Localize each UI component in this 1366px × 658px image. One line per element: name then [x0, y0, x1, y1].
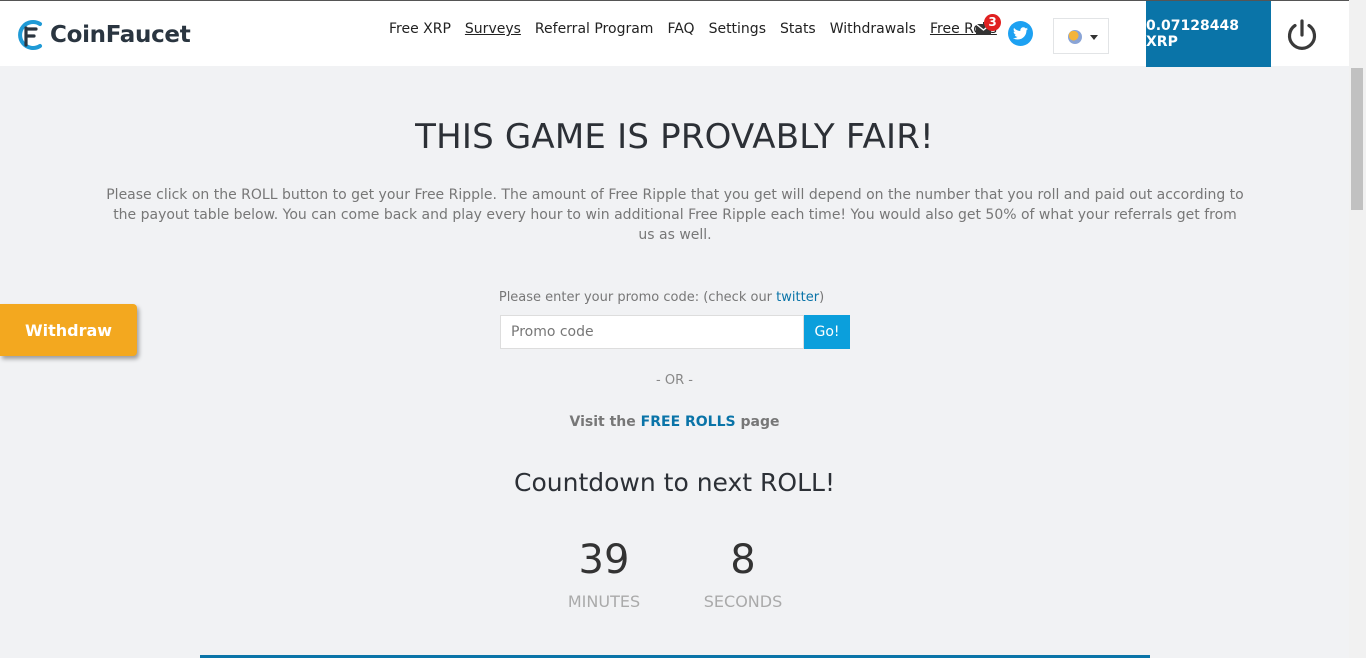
promo-label-text: Please enter your promo code: (check our — [498, 290, 777, 305]
balance-display[interactable]: 0.07128448 XRP — [1146, 1, 1271, 67]
top-header: CoinFaucet Free XRP Surveys Referral Pro… — [0, 0, 1349, 67]
twitter-bird-icon — [1013, 27, 1028, 40]
countdown-title: Countdown to next ROLL! — [514, 468, 835, 497]
site-logo[interactable]: CoinFaucet — [16, 17, 191, 53]
nav-stats[interactable]: Stats — [780, 21, 816, 37]
page-title: THIS GAME IS PROVABLY FAIR! — [415, 117, 934, 157]
seconds-label: SECONDS — [703, 592, 783, 611]
nav-free-xrp[interactable]: Free XRP — [389, 21, 451, 37]
promo-label: Please enter your promo code: (check our… — [0, 290, 1323, 305]
power-icon[interactable] — [1285, 18, 1319, 52]
twitter-link[interactable]: twitter — [776, 290, 819, 305]
free-rolls-link[interactable]: FREE ROLLS — [641, 414, 736, 430]
nav-referral-program[interactable]: Referral Program — [535, 21, 654, 37]
promo-label-close: ) — [819, 290, 825, 305]
visit-suffix: page — [735, 414, 780, 430]
visit-text: Visit the — [569, 414, 641, 430]
twitter-icon[interactable] — [1008, 21, 1033, 46]
nav-surveys[interactable]: Surveys — [465, 21, 521, 37]
language-flag-icon — [1068, 30, 1082, 44]
main-nav: Free XRP Surveys Referral Program FAQ Se… — [389, 21, 1011, 37]
promo-go-button[interactable]: Go! — [804, 315, 850, 349]
chevron-down-icon — [1090, 35, 1098, 40]
countdown-seconds: 8 SECONDS — [683, 536, 803, 611]
scrollbar-thumb[interactable] — [1351, 68, 1363, 210]
or-separator: - OR - — [656, 373, 693, 388]
intro-text: Please click on the ROLL button to get y… — [106, 187, 1244, 243]
nav-settings[interactable]: Settings — [709, 21, 766, 37]
nav-withdrawals[interactable]: Withdrawals — [830, 21, 916, 37]
nav-faq[interactable]: FAQ — [667, 21, 694, 37]
language-selector[interactable] — [1053, 18, 1109, 54]
promo-code-input[interactable] — [500, 315, 804, 349]
minutes-label: MINUTES — [567, 592, 641, 611]
withdraw-button[interactable]: Withdraw — [0, 304, 137, 356]
coinfaucet-logo-icon — [18, 20, 42, 50]
countdown-minutes: 39 MINUTES — [544, 536, 664, 611]
minutes-value: 39 — [578, 537, 630, 583]
seconds-value: 8 — [730, 537, 756, 583]
free-rolls-prompt: Visit the FREE ROLLS page — [0, 414, 1349, 430]
mail-count-badge: 3 — [984, 14, 1001, 31]
logo-text: CoinFaucet — [50, 22, 191, 48]
